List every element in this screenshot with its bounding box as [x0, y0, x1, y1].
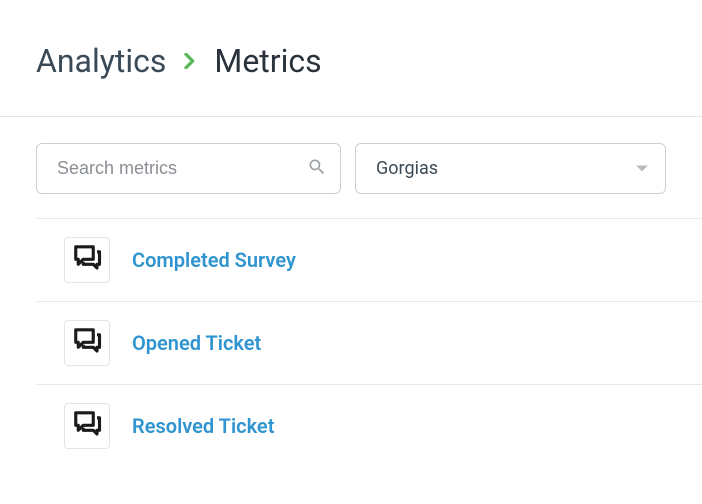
list-item[interactable]: Completed Survey — [36, 218, 702, 301]
chat-icon — [72, 326, 102, 360]
breadcrumb-current: Metrics — [214, 42, 321, 80]
metric-icon-box — [64, 320, 110, 366]
metric-icon-box — [64, 403, 110, 449]
breadcrumb-root[interactable]: Analytics — [36, 42, 166, 80]
metric-label: Opened Ticket — [132, 331, 261, 355]
metrics-list: Completed Survey Opened Ticket Resolved … — [0, 218, 702, 467]
chat-icon — [72, 409, 102, 443]
breadcrumb: Analytics Metrics — [36, 42, 666, 80]
chat-icon — [72, 243, 102, 277]
metric-label: Resolved Ticket — [132, 414, 274, 438]
source-dropdown[interactable]: Gorgias — [355, 143, 666, 194]
metric-label: Completed Survey — [132, 248, 296, 272]
list-item[interactable]: Opened Ticket — [36, 301, 702, 384]
page-header: Analytics Metrics — [0, 0, 702, 116]
search-wrapper — [36, 143, 341, 194]
dropdown-selected-value: Gorgias — [376, 158, 438, 179]
search-input[interactable] — [36, 143, 341, 194]
chevron-down-icon — [635, 159, 649, 178]
list-item[interactable]: Resolved Ticket — [36, 384, 702, 467]
controls-row: Gorgias — [0, 117, 702, 218]
breadcrumb-separator-icon — [184, 53, 196, 69]
metric-icon-box — [64, 237, 110, 283]
